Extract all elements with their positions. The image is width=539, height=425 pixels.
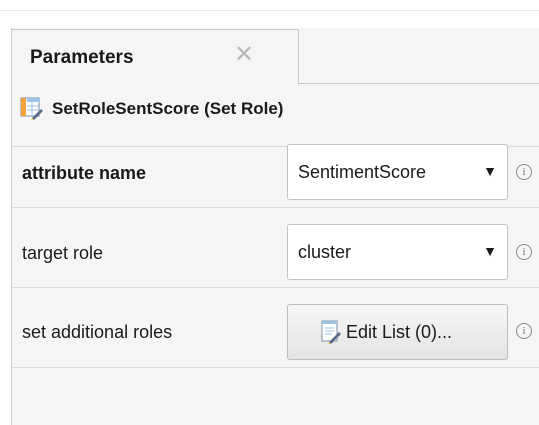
edit-list-label: Edit List (0)... <box>346 322 453 342</box>
target-role-label: target role <box>22 243 104 263</box>
info-icon[interactable]: i <box>516 244 532 260</box>
row-divider <box>12 287 539 288</box>
top-strip <box>0 0 539 11</box>
operator-header: SetRoleSentScore (Set Role) <box>12 88 539 128</box>
tab-parameters[interactable]: Parameters ✕ <box>11 29 299 84</box>
chevron-down-icon: ▼ <box>483 243 497 259</box>
edit-list-icon <box>321 320 341 344</box>
attribute-name-select[interactable]: SentimentScore ▼ <box>287 144 508 200</box>
set-role-icon <box>20 97 43 120</box>
row-divider <box>12 207 539 208</box>
operator-title: SetRoleSentScore (Set Role) <box>52 99 284 118</box>
chevron-down-icon: ▼ <box>483 163 497 179</box>
target-role-value: cluster <box>298 242 352 262</box>
target-role-select[interactable]: cluster ▼ <box>287 224 508 280</box>
info-icon[interactable]: i <box>516 164 532 180</box>
attribute-name-value: SentimentScore <box>298 162 427 182</box>
tab-title: Parameters <box>30 47 134 68</box>
tab-bar-divider <box>299 83 539 84</box>
info-icon[interactable]: i <box>516 323 532 339</box>
row-divider <box>12 367 539 368</box>
attribute-name-label: attribute name <box>22 163 147 183</box>
close-icon[interactable]: ✕ <box>234 43 254 67</box>
set-additional-roles-label: set additional roles <box>22 322 173 342</box>
edit-list-button[interactable]: Edit List (0)... <box>287 304 508 360</box>
